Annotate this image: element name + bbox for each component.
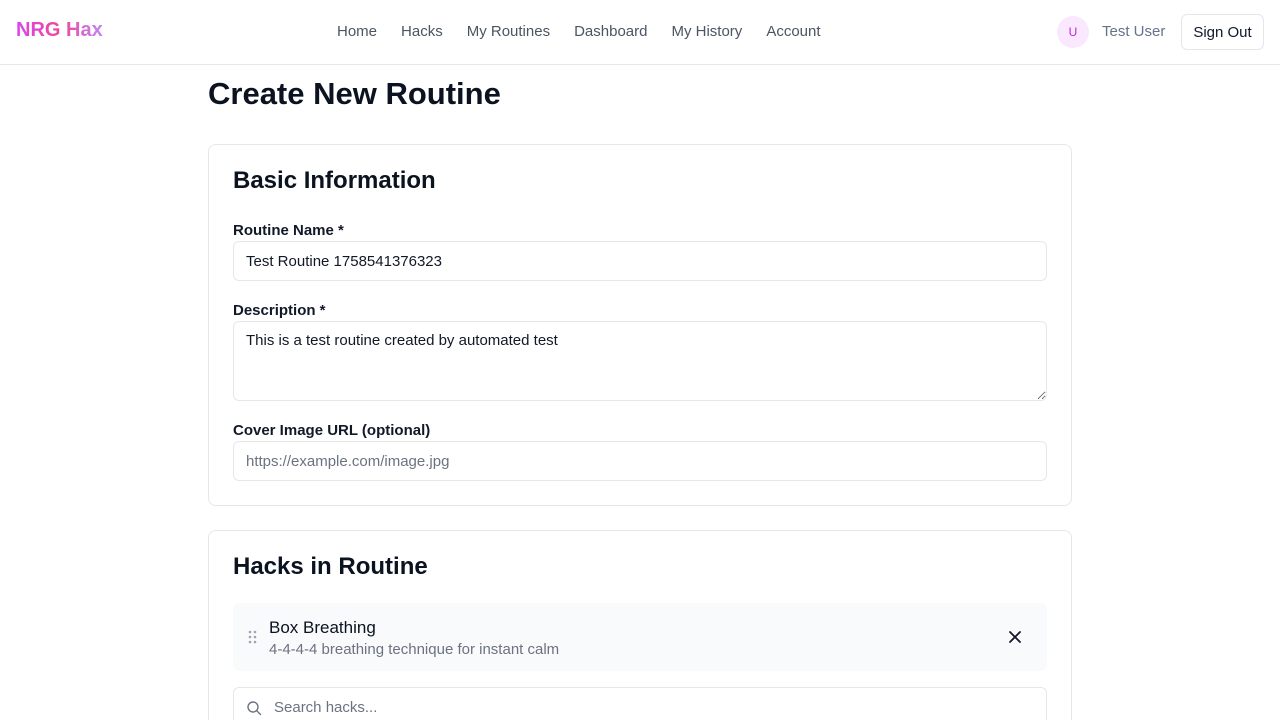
drag-handle-icon[interactable] bbox=[247, 627, 259, 647]
description-label: Description * bbox=[233, 302, 326, 319]
routine-name-label: Routine Name * bbox=[233, 222, 344, 239]
close-icon[interactable] bbox=[1005, 627, 1025, 647]
top-navbar: NRG Hax Home Hacks My Routines Dashboard… bbox=[0, 0, 1280, 65]
routine-name-input[interactable] bbox=[233, 241, 1047, 281]
avatar[interactable]: U bbox=[1057, 16, 1089, 48]
hack-description: 4-4-4-4 breathing technique for instant … bbox=[269, 641, 560, 658]
hack-name: Box Breathing bbox=[269, 618, 376, 637]
brand-logo[interactable]: NRG Hax bbox=[16, 19, 103, 42]
search-hacks-input[interactable] bbox=[274, 688, 1034, 720]
main-nav: Home Hacks My Routines Dashboard My Hist… bbox=[337, 23, 821, 40]
cover-image-url-label: Cover Image URL (optional) bbox=[233, 422, 431, 439]
nav-link-home[interactable]: Home bbox=[337, 23, 377, 40]
basic-information-heading: Basic Information bbox=[233, 167, 436, 194]
hacks-in-routine-card: Hacks in Routine Box Breathing 4-4-4-4 b… bbox=[208, 530, 1072, 720]
nav-link-my-history[interactable]: My History bbox=[671, 23, 742, 40]
cover-image-url-input[interactable] bbox=[233, 441, 1047, 481]
search-icon bbox=[246, 700, 262, 716]
nav-link-account[interactable]: Account bbox=[766, 23, 820, 40]
page-title: Create New Routine bbox=[208, 76, 501, 111]
hacks-in-routine-heading: Hacks in Routine bbox=[233, 553, 428, 580]
sign-out-button[interactable]: Sign Out bbox=[1181, 14, 1264, 50]
nav-link-hacks[interactable]: Hacks bbox=[401, 23, 443, 40]
nav-link-dashboard[interactable]: Dashboard bbox=[574, 23, 647, 40]
description-textarea[interactable]: This is a test routine created by automa… bbox=[233, 321, 1047, 401]
basic-information-card: Basic Information Routine Name * Descrip… bbox=[208, 144, 1072, 506]
hack-search-box bbox=[233, 687, 1047, 720]
routine-hack-item: Box Breathing 4-4-4-4 breathing techniqu… bbox=[233, 603, 1047, 671]
nav-link-my-routines[interactable]: My Routines bbox=[467, 23, 550, 40]
user-name: Test User bbox=[1102, 23, 1166, 40]
